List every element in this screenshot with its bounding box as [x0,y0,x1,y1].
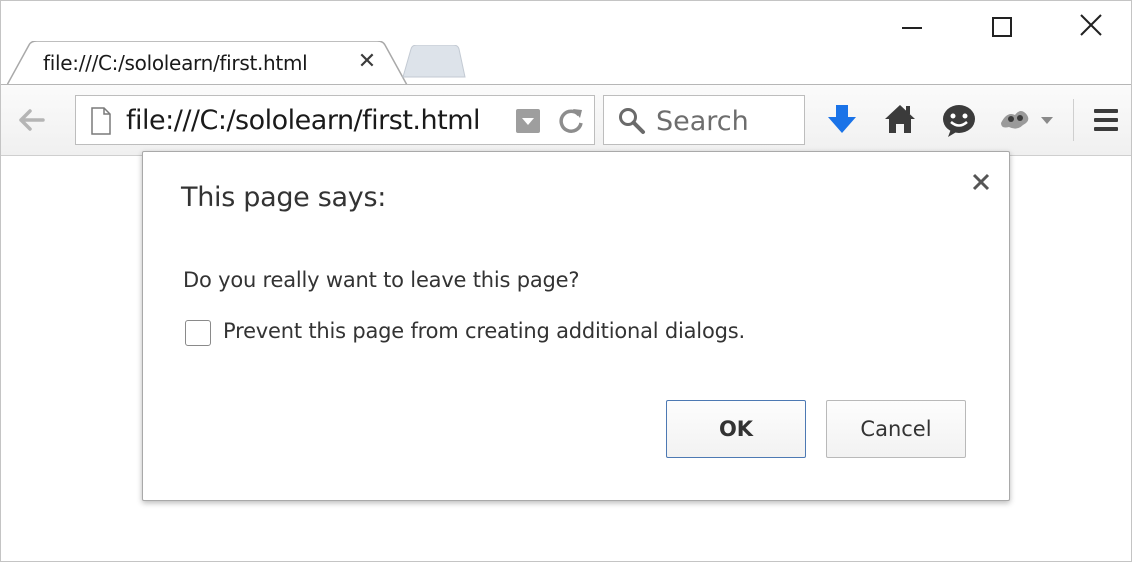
dialog-message: Do you really want to leave this page? [183,268,580,292]
ok-button[interactable]: OK [666,400,806,458]
tab-strip: file:///C:/sololearn/first.html ✕ [1,1,1131,87]
download-icon[interactable] [825,103,859,137]
dialog-close-icon[interactable] [969,170,993,194]
tab-title: file:///C:/sololearn/first.html [43,51,308,75]
prevent-dialogs-label[interactable]: Prevent this page from creating addition… [223,319,745,343]
address-bar[interactable]: file:///C:/sololearn/first.html [75,95,595,145]
reload-icon[interactable] [556,106,586,136]
search-icon [619,108,645,134]
toolbar-separator [1073,99,1074,141]
tab-close-icon[interactable]: ✕ [355,50,379,74]
chevron-down-icon [1041,117,1053,124]
home-icon[interactable] [883,103,917,137]
search-input[interactable]: Search [656,106,749,137]
dialog-title: This page says: [181,182,387,213]
search-bar[interactable]: Search [603,95,805,145]
minimize-button[interactable] [891,9,931,45]
dropdown-icon[interactable] [516,109,540,133]
chat-icon[interactable] [941,103,977,139]
close-icon [1080,14,1102,36]
back-button[interactable] [15,105,55,137]
menu-icon[interactable] [1091,103,1121,137]
url-text[interactable]: file:///C:/sololearn/first.html [126,105,481,136]
prevent-dialogs-checkbox[interactable] [185,320,211,346]
back-arrow-icon [19,109,45,131]
alert-dialog: This page says: Do you really want to le… [142,151,1010,501]
nav-toolbar: file:///C:/sololearn/first.html Search [1,85,1131,156]
close-window-button[interactable] [1071,9,1111,45]
browser-window: file:///C:/sololearn/first.html ✕ file:/… [0,0,1132,562]
extension-icon[interactable] [997,103,1061,137]
cancel-button[interactable]: Cancel [826,400,966,458]
maximize-button[interactable] [981,9,1021,45]
page-icon [91,107,111,135]
new-tab-button[interactable] [399,44,467,79]
tab-active[interactable]: file:///C:/sololearn/first.html ✕ [7,41,409,87]
